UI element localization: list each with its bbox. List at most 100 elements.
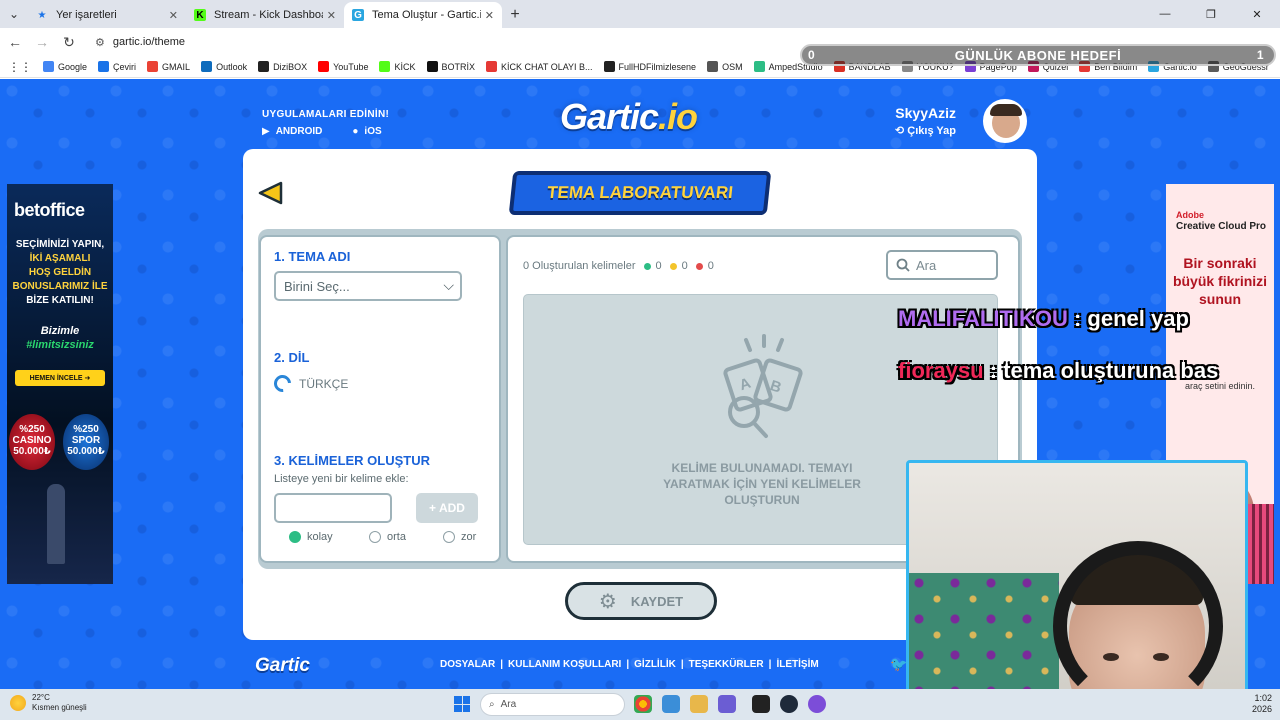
taskbar: 22°C Kısmen güneşli ⌕ Ara 1:02 2026: [0, 689, 1280, 720]
mail-icon[interactable]: [662, 695, 680, 713]
bookmark-label: OSM: [722, 61, 743, 72]
bookmark-item[interactable]: Çeviri: [98, 61, 136, 72]
taskbar-search[interactable]: ⌕ Ara: [480, 693, 625, 716]
close-icon[interactable]: ✕: [485, 9, 494, 22]
epic-games-icon[interactable]: [752, 695, 770, 713]
avatar[interactable]: [983, 99, 1027, 143]
ad-slogan-line: #limitsizsiniz: [26, 339, 94, 351]
ad-line: SEÇİMİNİZİ YAPIN,: [15, 239, 105, 250]
weather-widget[interactable]: 22°C Kısmen güneşli: [10, 693, 87, 713]
teams-icon[interactable]: [718, 695, 736, 713]
footer-link[interactable]: KULLANIM KOŞULLARI: [508, 659, 621, 670]
address-bar[interactable]: ⚙ gartic.io/theme: [95, 36, 185, 49]
logout-icon: ⟲: [895, 125, 905, 137]
ad-decoration: [1248, 504, 1274, 584]
close-icon[interactable]: ✕: [169, 9, 178, 22]
bookmark-label: DiziBOX: [273, 61, 308, 72]
chevron-down-icon: ⌄: [8, 7, 20, 21]
gartic-logo[interactable]: Gartic.io: [560, 96, 698, 138]
betoffice-ad[interactable]: betoffice SEÇİMİNİZİ YAPIN, İKİ AŞAMALI …: [7, 184, 113, 584]
chrome-icon[interactable]: [634, 695, 652, 713]
easy-dot-icon: [643, 262, 651, 270]
weather-text: 22°C Kısmen güneşli: [32, 693, 87, 713]
theme-select-value: Birini Seç...: [284, 278, 350, 294]
footer-link[interactable]: DOSYALAR: [440, 659, 495, 670]
logo-suffix: .io: [658, 96, 698, 137]
search-icon: ⌕: [489, 699, 495, 710]
steam-icon[interactable]: [780, 695, 798, 713]
difficulty-medium-label: orta: [387, 531, 406, 543]
footer-logo[interactable]: Gartic: [255, 655, 310, 677]
plus-icon: +: [510, 6, 520, 23]
bookmark-favicon-icon: [753, 61, 765, 72]
radio-medium: [369, 531, 381, 543]
twitter-icon[interactable]: 🐦: [890, 656, 907, 673]
footer-link[interactable]: İLETİŞİM: [776, 659, 818, 670]
theme-select[interactable]: Birini Seç... ⌵: [274, 271, 462, 301]
clock-time: 1:02: [1254, 693, 1272, 703]
bookmark-favicon-icon: [98, 61, 110, 72]
bookmark-item[interactable]: KİCK CHAT OLAYI B...: [486, 61, 593, 72]
bookmark-item[interactable]: GMAIL: [147, 61, 190, 72]
apps-grid-icon[interactable]: ⋮⋮: [8, 60, 32, 74]
ad-line: BONUSLARIMIZ İLE: [12, 281, 108, 292]
minimize-icon[interactable]: —: [1142, 0, 1188, 28]
bookmark-item[interactable]: BOTRİX: [426, 61, 475, 72]
forward-icon[interactable]: →: [30, 34, 54, 50]
android-label: ANDROID: [275, 126, 323, 137]
back-arrow-icon[interactable]: [257, 179, 285, 207]
tab-search-button[interactable]: ⌄: [0, 0, 28, 28]
bookmark-item[interactable]: KİCK: [379, 61, 416, 72]
apple-icon: ●: [352, 126, 359, 137]
bookmark-favicon-icon: [258, 61, 270, 72]
weather-condition: Kısmen güneşli: [32, 703, 87, 712]
tab-bookmarks[interactable]: ★ Yer işaretleri ✕: [28, 2, 186, 28]
add-word-button[interactable]: + ADD: [416, 493, 478, 523]
ios-link[interactable]: ● iOS: [352, 126, 381, 137]
bookmark-item[interactable]: Outlook: [201, 61, 247, 72]
tab-kick-dashboard[interactable]: K Stream - Kick Dashboard ✕: [186, 2, 344, 28]
radio-hard: [443, 531, 455, 543]
bookmark-item[interactable]: DiziBOX: [258, 61, 307, 72]
bookmark-item[interactable]: YouTube: [318, 61, 368, 72]
word-count: 0 Oluşturulan kelimeler 0 0 0: [523, 260, 714, 272]
section-language: 2. DİL: [274, 350, 310, 365]
url-text: gartic.io/theme: [112, 36, 186, 48]
system-clock[interactable]: 1:02 2026: [1252, 693, 1272, 715]
back-icon[interactable]: ←: [3, 34, 27, 50]
restore-icon[interactable]: ❐: [1188, 0, 1234, 28]
ad-slogan: Bizimle #limitsizsiniz: [11, 324, 109, 352]
difficulty-hard[interactable]: zor: [443, 531, 476, 543]
new-word-input[interactable]: [274, 493, 392, 523]
bookmark-favicon-icon: [318, 61, 330, 72]
easy-count: 0: [655, 260, 662, 272]
footer-link[interactable]: GİZLİLİK: [634, 659, 676, 670]
site-info-icon[interactable]: ⚙: [95, 36, 105, 49]
tab-strip: ⌄ ★ Yer işaretleri ✕ K Stream - Kick Das…: [0, 0, 1280, 28]
save-button[interactable]: ⚙ KAYDET: [565, 582, 717, 620]
ad-cta-button[interactable]: HEMEN İNCELE ➜: [15, 370, 105, 386]
bookmark-item[interactable]: OSM: [707, 61, 743, 72]
reload-icon[interactable]: ↻: [57, 34, 81, 51]
windows-start-icon[interactable]: [454, 696, 470, 712]
new-tab-button[interactable]: +: [502, 2, 528, 28]
close-icon[interactable]: ✕: [327, 9, 336, 22]
bookmark-favicon-icon: [603, 61, 615, 72]
close-window-icon[interactable]: ✕: [1234, 0, 1280, 28]
folder-icon[interactable]: [690, 695, 708, 713]
language-option[interactable]: TÜRKÇE: [270, 371, 348, 396]
add-word-label: Listeye yeni bir kelime ekle:: [274, 473, 409, 485]
words-count-label: 0 Oluşturulan kelimeler: [523, 260, 636, 272]
dictionary-search-icon: A B: [723, 334, 803, 438]
difficulty-medium[interactable]: orta: [369, 531, 406, 543]
obs-icon[interactable]: [808, 695, 826, 713]
android-link[interactable]: ▶ ANDROID: [262, 126, 322, 137]
footer-link[interactable]: TEŞEKKÜRLER: [689, 659, 764, 670]
chat-message: MALIFALITIKOU : genel yap: [898, 306, 1189, 332]
logout-link[interactable]: ⟲ Çıkış Yap: [895, 124, 956, 137]
word-search-input[interactable]: Ara: [886, 250, 998, 280]
difficulty-easy[interactable]: kolay: [289, 531, 333, 543]
bookmark-item[interactable]: Google: [43, 61, 87, 72]
bookmark-item[interactable]: FullHDFilmizlesene: [603, 61, 696, 72]
tab-gartic-theme[interactable]: G Tema Oluştur - Gartic.io ✕: [344, 2, 502, 28]
